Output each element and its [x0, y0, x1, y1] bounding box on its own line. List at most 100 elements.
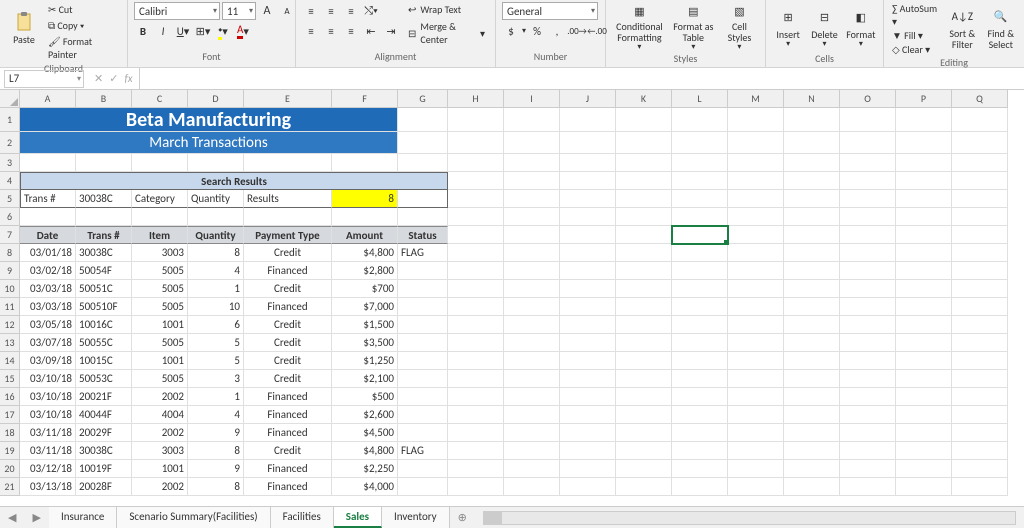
cell[interactable] [672, 208, 728, 226]
cell[interactable] [728, 172, 784, 190]
comma-button[interactable]: , [548, 22, 566, 40]
col-header-B[interactable]: B [76, 90, 132, 108]
font-name-combo[interactable]: Calibri [134, 2, 220, 20]
cell[interactable]: 1001 [132, 352, 188, 370]
row-header-6[interactable]: 6 [0, 208, 20, 226]
cell[interactable]: 5005 [132, 298, 188, 316]
cell[interactable] [896, 108, 952, 132]
wrap-text-button[interactable]: ↩ Wrap Text [404, 2, 489, 17]
cell[interactable] [896, 262, 952, 280]
cell[interactable]: 03/11/18 [20, 424, 76, 442]
cell[interactable] [672, 190, 728, 208]
sheet-tab-sales[interactable]: Sales [334, 507, 382, 528]
cell[interactable] [896, 442, 952, 460]
cell[interactable] [398, 190, 448, 208]
col-header-A[interactable]: A [20, 90, 76, 108]
cell[interactable]: 4 [188, 262, 244, 280]
cell[interactable] [504, 132, 560, 154]
cell[interactable]: 03/02/18 [20, 262, 76, 280]
indent-inc-icon[interactable]: ⇥ [382, 22, 400, 40]
cell[interactable] [896, 352, 952, 370]
cell[interactable]: 8 [332, 190, 398, 208]
autosum-button[interactable]: ∑ AutoSum ▾ [890, 2, 941, 28]
cell[interactable] [398, 424, 448, 442]
cell[interactable] [952, 478, 1008, 496]
sort-filter-button[interactable]: A↓ZSort & Filter [945, 2, 979, 52]
cell[interactable]: Item [132, 226, 188, 244]
cell[interactable] [896, 154, 952, 172]
cell[interactable]: 5 [188, 352, 244, 370]
cell[interactable] [504, 352, 560, 370]
formula-input[interactable] [139, 68, 1024, 89]
row-header-15[interactable]: 15 [0, 370, 20, 388]
cell[interactable] [952, 280, 1008, 298]
cell[interactable] [616, 108, 672, 132]
cell[interactable] [840, 226, 896, 244]
cell[interactable] [952, 424, 1008, 442]
cell[interactable]: 40044F [76, 406, 132, 424]
border-button[interactable]: ⊞▾ [194, 22, 212, 40]
cell[interactable] [728, 154, 784, 172]
cell[interactable]: Financed [244, 388, 332, 406]
cell[interactable] [560, 334, 616, 352]
cell[interactable]: 03/07/18 [20, 334, 76, 352]
cell[interactable] [840, 388, 896, 406]
cell[interactable] [398, 108, 448, 132]
cell[interactable] [784, 298, 840, 316]
cell[interactable]: 03/10/18 [20, 388, 76, 406]
cell[interactable] [616, 172, 672, 190]
cell[interactable] [840, 154, 896, 172]
cell[interactable] [672, 132, 728, 154]
cell[interactable] [560, 298, 616, 316]
cell[interactable] [504, 172, 560, 190]
fill-button[interactable]: ▼ Fill ▾ [890, 29, 941, 42]
cell[interactable] [672, 108, 728, 132]
cell[interactable] [448, 478, 504, 496]
cell[interactable] [616, 460, 672, 478]
cell[interactable] [728, 208, 784, 226]
cell[interactable]: 8 [188, 478, 244, 496]
cell[interactable] [504, 190, 560, 208]
cell[interactable] [560, 460, 616, 478]
cell[interactable] [616, 298, 672, 316]
row-header-1[interactable]: 1 [0, 108, 20, 132]
cell[interactable] [132, 208, 188, 226]
col-header-G[interactable]: G [398, 90, 448, 108]
cell[interactable] [560, 388, 616, 406]
cell[interactable] [560, 226, 616, 244]
cell[interactable]: Quantity [188, 226, 244, 244]
tab-nav-next[interactable]: ▶ [24, 511, 48, 524]
cell[interactable]: 10016C [76, 316, 132, 334]
cell[interactable] [728, 442, 784, 460]
cell[interactable] [728, 406, 784, 424]
cell[interactable] [896, 460, 952, 478]
cell[interactable] [672, 298, 728, 316]
cell[interactable] [616, 280, 672, 298]
row-header-21[interactable]: 21 [0, 478, 20, 496]
cell[interactable] [504, 154, 560, 172]
cell[interactable] [398, 316, 448, 334]
col-header-D[interactable]: D [188, 90, 244, 108]
cell[interactable] [560, 424, 616, 442]
add-sheet-button[interactable]: ⊕ [450, 511, 475, 524]
col-header-K[interactable]: K [616, 90, 672, 108]
cell[interactable] [784, 244, 840, 262]
cell[interactable] [332, 154, 398, 172]
cell[interactable] [728, 388, 784, 406]
row-header-8[interactable]: 8 [0, 244, 20, 262]
cell[interactable] [560, 244, 616, 262]
cell[interactable] [616, 226, 672, 244]
selected-cell[interactable] [672, 226, 728, 244]
cell[interactable]: Credit [244, 370, 332, 388]
cell[interactable]: $4,000 [332, 478, 398, 496]
cell[interactable] [784, 442, 840, 460]
cell[interactable] [504, 388, 560, 406]
cell[interactable] [728, 334, 784, 352]
cell[interactable] [784, 478, 840, 496]
cell[interactable] [448, 442, 504, 460]
cell[interactable]: Financed [244, 262, 332, 280]
cell[interactable] [896, 280, 952, 298]
cell[interactable] [672, 172, 728, 190]
paste-button[interactable]: Paste [6, 2, 42, 52]
cell[interactable] [672, 244, 728, 262]
